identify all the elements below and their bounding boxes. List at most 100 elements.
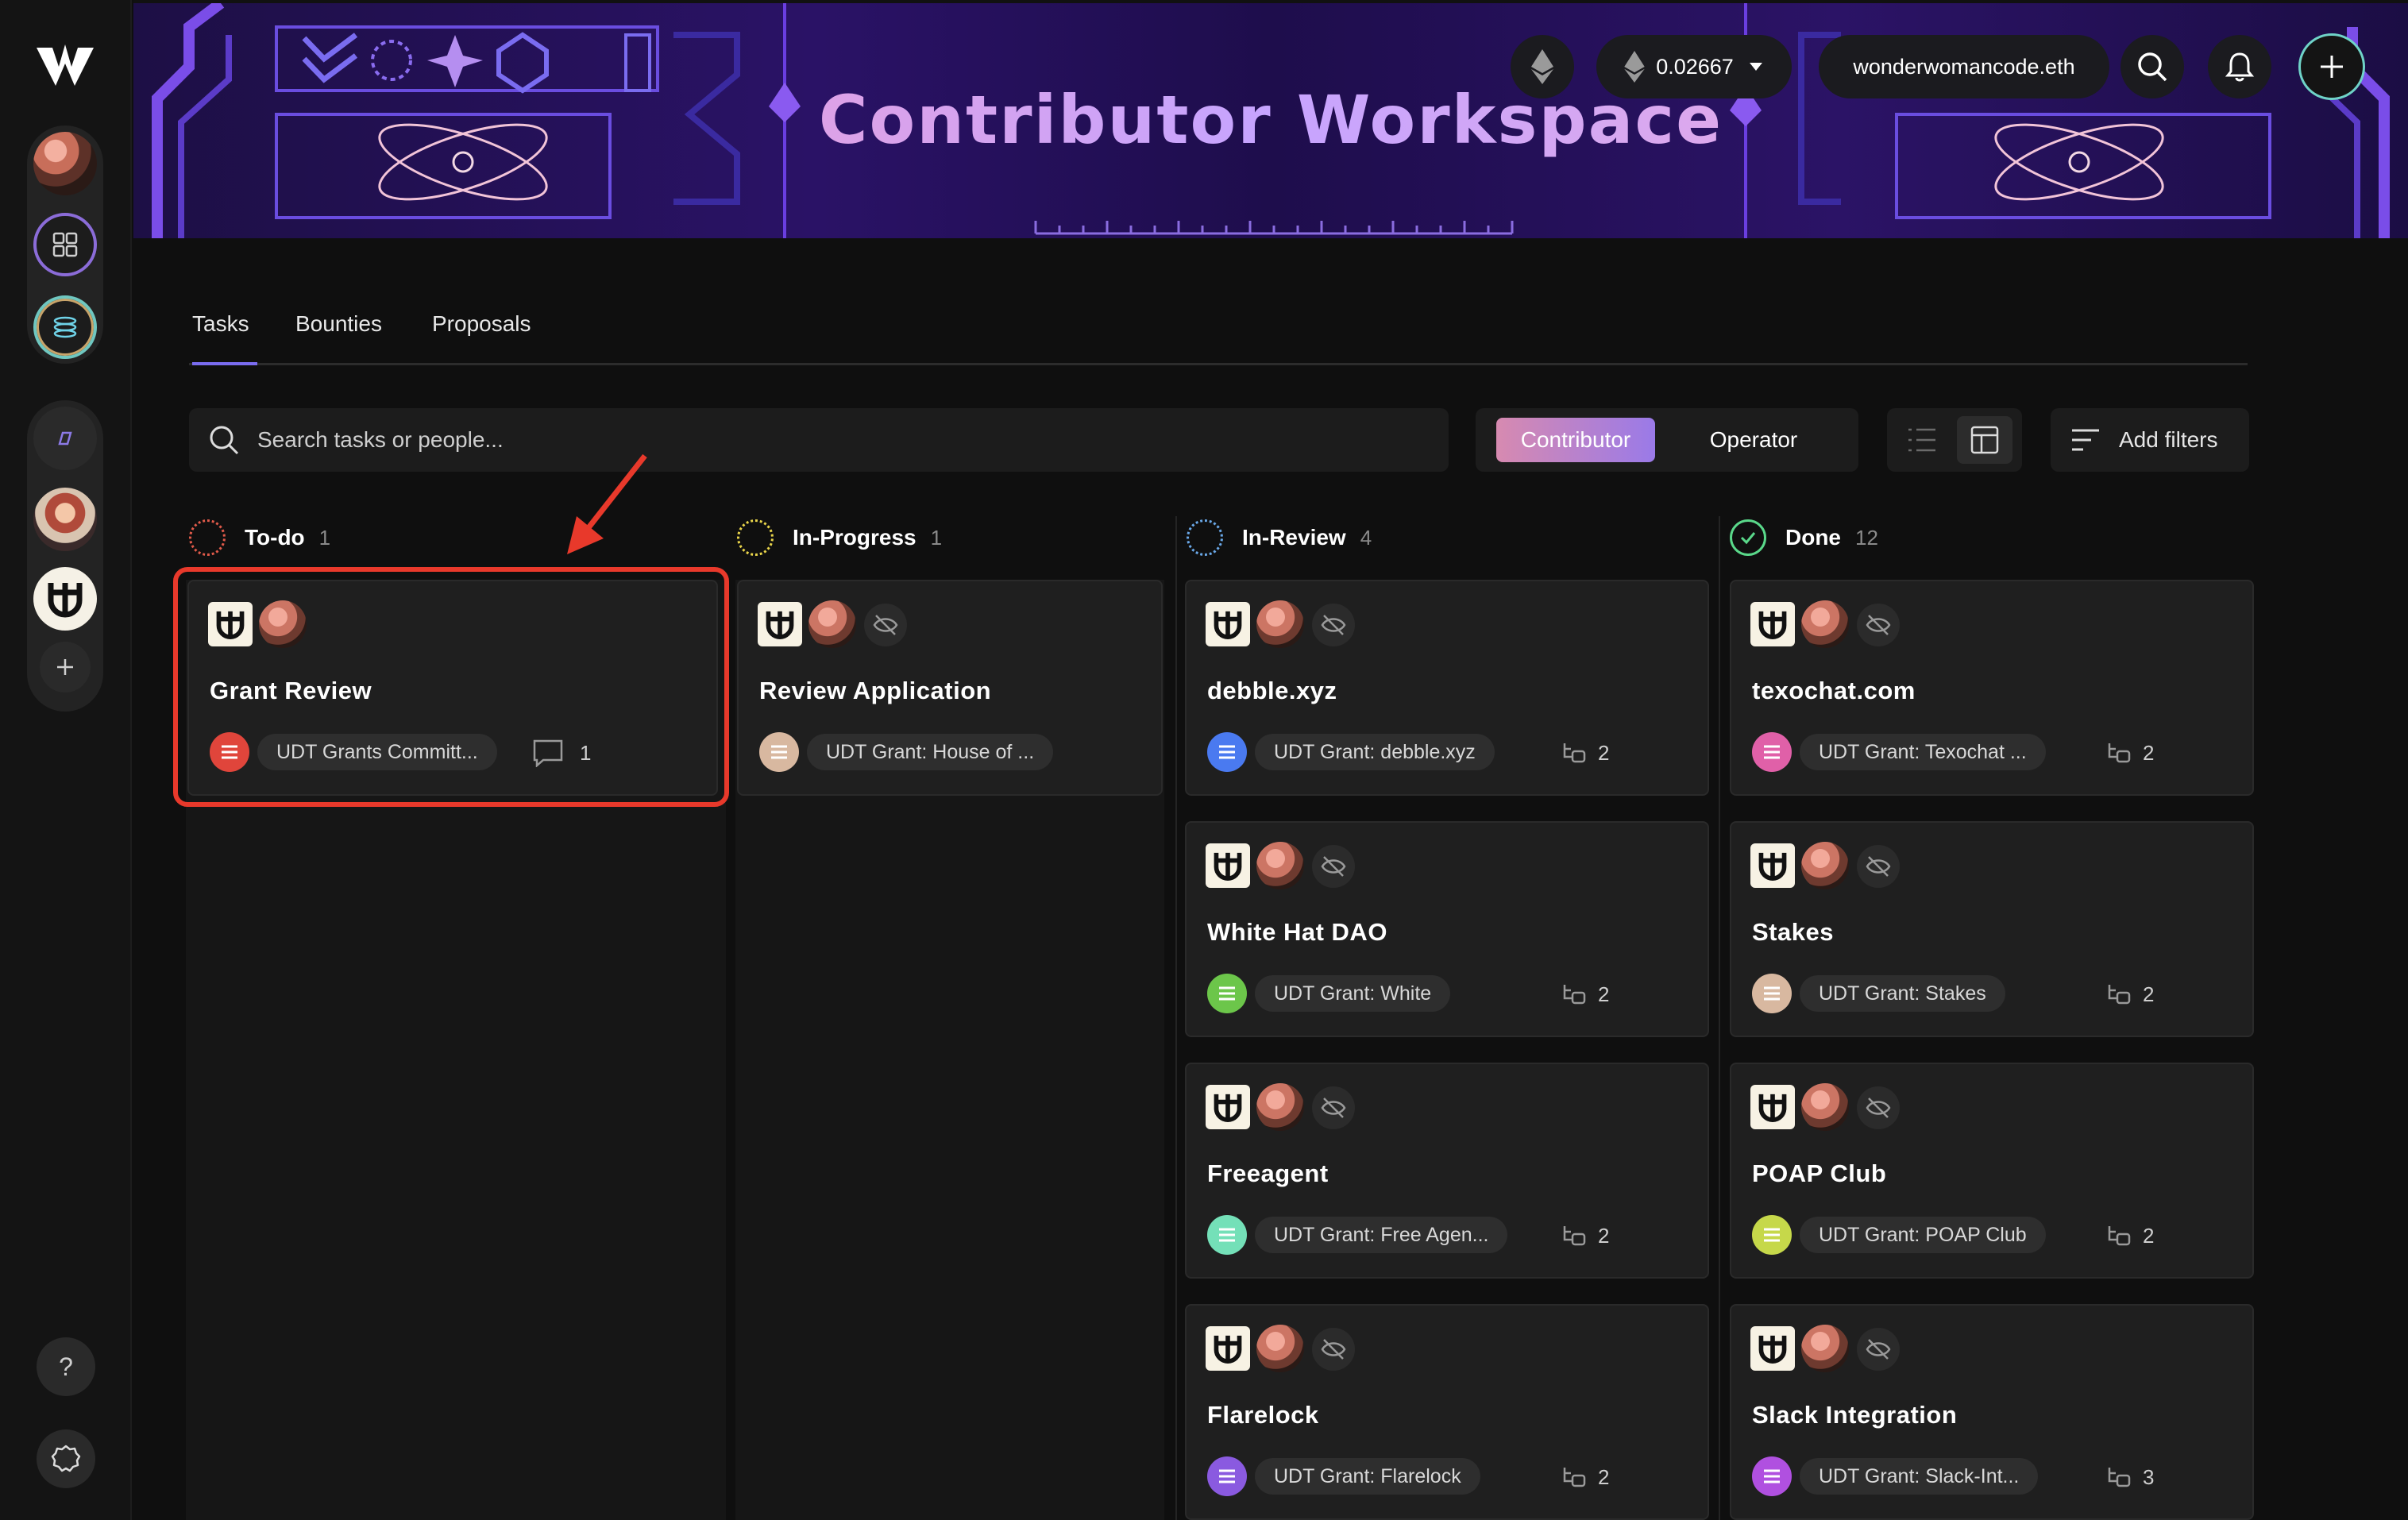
board-view-button[interactable]	[1957, 416, 2012, 464]
subtask-count-value: 2	[2143, 1223, 2155, 1248]
list-icon	[1908, 428, 1935, 452]
task-card[interactable]: POAP Club UDT Grant: POAP Club 2	[1730, 1063, 2254, 1279]
stack-icon	[1219, 1469, 1235, 1483]
stack-icon	[222, 745, 237, 759]
user-avatar[interactable]	[33, 132, 97, 195]
pods-button[interactable]	[33, 295, 97, 359]
grant-label[interactable]: UDT Grant: Stakes	[1800, 975, 2005, 1012]
grant-label[interactable]: UDT Grant: White	[1255, 975, 1451, 1012]
eye-off-icon	[1312, 1086, 1355, 1129]
eye-off-icon	[1312, 845, 1355, 888]
dao-logo	[1750, 1085, 1795, 1129]
contributor-button[interactable]: Contributor	[1496, 418, 1655, 462]
dao-logo	[1206, 602, 1250, 646]
subtask-count-value: 2	[2143, 740, 2155, 765]
dashboard-grid-button[interactable]	[33, 213, 97, 276]
assignee-avatar[interactable]	[259, 600, 307, 648]
account-button[interactable]: wonderwomancode.eth	[1819, 35, 2109, 98]
subtask-icon	[1563, 743, 1586, 763]
unlock-logo-icon	[1214, 852, 1242, 881]
grant-label[interactable]: UDT Grant: House of ...	[807, 734, 1054, 770]
subtask-count-value: 2	[1598, 1464, 1610, 1489]
help-button[interactable]: ?	[37, 1337, 95, 1396]
add-filters-button[interactable]: Add filters	[2051, 408, 2249, 472]
unlock-logo-icon	[766, 611, 794, 639]
card-title: texochat.com	[1752, 677, 1916, 704]
unlock-logo-icon	[216, 611, 245, 639]
assignee-avatar[interactable]	[1256, 1325, 1304, 1372]
subtask-count: 3	[2106, 1461, 2154, 1493]
eye-off-icon	[1857, 845, 1900, 888]
subtask-count: 2	[2106, 978, 2154, 1010]
operator-button[interactable]: Operator	[1674, 418, 1833, 462]
tab-tasks[interactable]: Tasks	[192, 302, 257, 365]
assignee-avatar[interactable]	[1801, 1083, 1849, 1131]
assignee-avatar[interactable]	[1256, 842, 1304, 889]
network-button[interactable]	[1511, 35, 1574, 98]
grant-icon	[1207, 1456, 1247, 1496]
grant-label[interactable]: UDT Grant: Texochat ...	[1800, 734, 2046, 770]
subtask-icon	[2108, 743, 2131, 763]
gear-icon	[51, 1445, 81, 1472]
assignee-avatar[interactable]	[1801, 842, 1849, 889]
column-title: Done	[1785, 525, 1841, 550]
column-count: 12	[1855, 525, 1878, 550]
column-title: To-do	[245, 525, 305, 550]
grant-label[interactable]: UDT Grant: Slack-Int...	[1800, 1458, 2039, 1495]
unlock-logo-icon	[1758, 852, 1787, 881]
task-card[interactable]: White Hat DAO UDT Grant: White 2	[1185, 821, 1709, 1037]
workspace-tabs: Tasks Bounties Proposals	[189, 302, 2248, 365]
card-title: Stakes	[1752, 918, 1834, 946]
search-button[interactable]	[2121, 35, 2184, 98]
grant-icon	[1752, 974, 1792, 1013]
list-view-button[interactable]	[1897, 416, 1947, 464]
assignee-avatar[interactable]	[1256, 600, 1304, 648]
dao-avatar-1[interactable]	[33, 488, 97, 551]
grant-label[interactable]: UDT Grant: debble.xyz	[1255, 734, 1495, 770]
task-card[interactable]: Slack Integration UDT Grant: Slack-Int...…	[1730, 1304, 2254, 1520]
dao-logo	[1206, 843, 1250, 888]
subtask-count-value: 3	[2143, 1464, 2155, 1489]
search-field[interactable]	[189, 408, 1449, 472]
create-button[interactable]	[2298, 33, 2365, 100]
wallet-balance-button[interactable]: 0.02667	[1596, 35, 1792, 98]
subtask-count-value: 2	[1598, 740, 1610, 765]
dao-logo	[758, 602, 802, 646]
task-card[interactable]: debble.xyz UDT Grant: debble.xyz 2	[1185, 580, 1709, 796]
grant-icon	[1752, 732, 1792, 772]
settings-button[interactable]	[37, 1429, 95, 1488]
assignee-avatar[interactable]	[808, 600, 856, 648]
column-header-in-review: In-Review 4	[1187, 516, 1372, 559]
add-dao-button[interactable]	[40, 642, 91, 692]
grant-label[interactable]: UDT Grant: Free Agen...	[1255, 1217, 1508, 1253]
task-card[interactable]: Stakes UDT Grant: Stakes 2	[1730, 821, 2254, 1037]
subtask-icon	[2108, 1468, 2131, 1487]
search-icon	[210, 426, 239, 455]
view-toggle	[1887, 408, 2022, 472]
task-card[interactable]: Grant Review UDT Grants Committ... 1	[187, 580, 718, 796]
subtask-count-value: 2	[2143, 982, 2155, 1006]
grant-label[interactable]: UDT Grant: POAP Club	[1800, 1217, 2046, 1253]
unlock-logo-icon	[1758, 1335, 1787, 1364]
task-card[interactable]: texochat.com UDT Grant: Texochat ... 2	[1730, 580, 2254, 796]
dao-avatar-unlock[interactable]	[33, 567, 97, 631]
grant-label[interactable]: UDT Grant: Flarelock	[1255, 1458, 1480, 1495]
stack-icon	[1764, 986, 1780, 1001]
notifications-button[interactable]	[2208, 35, 2271, 98]
task-card[interactable]: Freeagent UDT Grant: Free Agen... 2	[1185, 1063, 1709, 1279]
in-progress-icon	[737, 519, 774, 556]
assignee-avatar[interactable]	[1256, 1083, 1304, 1131]
task-card[interactable]: Review Application UDT Grant: House of .…	[737, 580, 1163, 796]
dao-logo	[208, 602, 253, 646]
wonder-logo-icon[interactable]	[32, 40, 98, 91]
search-input[interactable]	[257, 408, 1409, 472]
explore-button[interactable]	[33, 407, 97, 470]
assignee-avatar[interactable]	[1801, 600, 1849, 648]
assignee-avatar[interactable]	[1801, 1325, 1849, 1372]
search-icon	[2138, 52, 2167, 82]
tab-bounties[interactable]: Bounties	[295, 302, 382, 365]
grant-label[interactable]: UDT Grants Committ...	[257, 734, 497, 770]
task-card[interactable]: Flarelock UDT Grant: Flarelock 2	[1185, 1304, 1709, 1520]
tab-proposals[interactable]: Proposals	[432, 302, 531, 365]
help-icon: ?	[59, 1352, 73, 1381]
